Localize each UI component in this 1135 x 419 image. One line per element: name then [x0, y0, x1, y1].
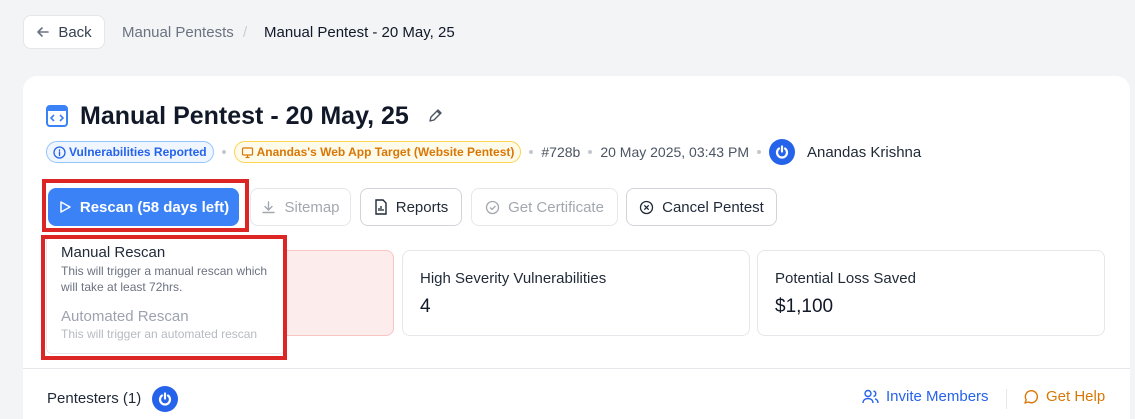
chat-icon	[1024, 389, 1039, 404]
power-icon	[775, 145, 789, 159]
target-badge[interactable]: Anandas's Web App Target (Website Pentes…	[233, 141, 522, 163]
invite-members-link[interactable]: Invite Members	[862, 388, 989, 405]
report-icon	[375, 199, 387, 215]
monitor-icon	[241, 146, 253, 158]
back-button[interactable]: Back	[23, 15, 105, 49]
info-icon	[53, 145, 66, 159]
download-icon	[262, 200, 276, 213]
highlight-box-menu	[41, 235, 287, 360]
pentesters-label: Pentesters (1)	[47, 390, 142, 407]
avatar	[768, 139, 795, 165]
back-label: Back	[58, 23, 92, 41]
pentest-datetime: 20 May 2025, 03:43 PM	[600, 144, 749, 160]
sitemap-button[interactable]: Sitemap	[250, 188, 351, 226]
title-row: Manual Pentest - 20 May, 25	[46, 100, 443, 132]
breadcrumb-separator: /	[243, 24, 248, 41]
pentest-id: #728b	[541, 144, 581, 160]
stat-card-highlighted	[278, 250, 394, 336]
separator-dot	[529, 150, 534, 154]
status-badge: Vulnerabilities Reported	[46, 141, 214, 163]
stat-label: High Severity Vulnerabilities	[420, 270, 607, 287]
stat-value: 4	[420, 296, 431, 317]
stat-card-high-severity: High Severity Vulnerabilities 4	[402, 250, 750, 336]
stat-value: $1,100	[775, 296, 834, 317]
pencil-icon[interactable]	[427, 108, 443, 124]
check-circle-icon	[485, 200, 500, 214]
get-certificate-button[interactable]: Get Certificate	[471, 188, 618, 226]
browser-code-icon	[46, 105, 68, 127]
page-title: Manual Pentest - 20 May, 25	[80, 101, 409, 130]
stat-label: Potential Loss Saved	[775, 270, 916, 287]
arrow-left-icon	[37, 27, 50, 37]
divider	[23, 368, 1130, 369]
avatar	[152, 386, 178, 412]
cancel-pentest-button[interactable]: Cancel Pentest	[626, 188, 777, 226]
divider	[1006, 389, 1007, 409]
stat-card-loss-saved: Potential Loss Saved $1,100	[757, 250, 1105, 336]
x-circle-icon	[639, 200, 654, 214]
separator-dot	[756, 150, 761, 154]
get-help-link[interactable]: Get Help	[1023, 388, 1105, 405]
owner-name: Anandas Krishna	[806, 143, 922, 161]
meta-row: Vulnerabilities Reported Anandas's Web A…	[46, 139, 922, 165]
breadcrumb-current: Manual Pentest - 20 May, 25	[264, 24, 455, 41]
power-icon	[158, 392, 172, 406]
reports-button[interactable]: Reports	[360, 188, 462, 226]
breadcrumb-manual-pentests[interactable]: Manual Pentests	[122, 24, 234, 41]
highlight-box-rescan	[42, 179, 249, 232]
separator-dot	[221, 150, 226, 154]
users-icon	[862, 389, 879, 404]
top-bar: Back Manual Pentests / Manual Pentest - …	[0, 0, 1135, 68]
separator-dot	[588, 150, 593, 154]
